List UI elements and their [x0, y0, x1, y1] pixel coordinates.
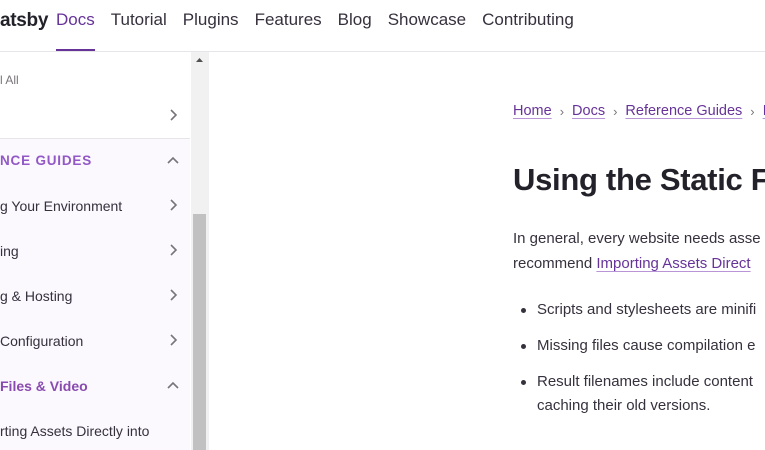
- docs-sidebar: l All NCE GUIDES g Your Environment ing …: [0, 52, 209, 450]
- list-item-text: caching their old versions.: [537, 397, 711, 414]
- breadcrumb-home[interactable]: Home: [513, 103, 552, 119]
- sidebar-item-deploying-hosting[interactable]: g & Hosting: [0, 274, 190, 318]
- sidebar-section-label: Files & Video: [0, 378, 88, 394]
- chevron-right-icon[interactable]: [166, 333, 180, 347]
- list-item-text: Scripts and stylesheets are minifi: [537, 301, 757, 318]
- breadcrumb-separator-icon: ›: [613, 103, 618, 119]
- breadcrumb-reference-guides[interactable]: Reference Guides: [625, 103, 742, 119]
- scroll-up-arrow-icon[interactable]: [191, 52, 208, 69]
- nav-showcase[interactable]: Showcase: [388, 10, 466, 51]
- bullet-icon: [521, 380, 526, 385]
- intro-line-2-text: recommend: [513, 255, 597, 272]
- intro-line-2: recommend Importing Assets Direct: [513, 251, 761, 276]
- chevron-right-icon[interactable]: [166, 288, 180, 302]
- nav-tutorial[interactable]: Tutorial: [111, 10, 167, 51]
- sidebar-item-importing-assets[interactable]: rting Assets Directly into: [0, 409, 190, 450]
- sidebar-section-reference-guides[interactable]: NCE GUIDES: [0, 139, 190, 183]
- chevron-up-icon[interactable]: [166, 153, 180, 167]
- sidebar-item-styling[interactable]: ing: [0, 229, 190, 273]
- sidebar-item-previous[interactable]: [0, 94, 190, 138]
- breadcrumb-separator-icon: ›: [750, 103, 755, 119]
- sidebar-item-environment[interactable]: g Your Environment: [0, 184, 190, 228]
- chevron-right-icon[interactable]: [166, 108, 180, 122]
- nav-docs[interactable]: Docs: [56, 10, 95, 51]
- gatsby-logo[interactable]: atsby: [0, 10, 48, 32]
- sidebar-item-configuration[interactable]: Configuration: [0, 319, 190, 363]
- top-navigation: atsby Docs Tutorial Plugins Features Blo…: [0, 0, 765, 52]
- list-item-text: Result filenames include content: [537, 373, 753, 390]
- sidebar-scrollbar[interactable]: [191, 52, 208, 450]
- main-nav: Docs Tutorial Plugins Features Blog Show…: [56, 10, 590, 51]
- intro-line-1: In general, every website needs asse: [513, 230, 761, 247]
- intro-paragraph: In general, every website needs asse rec…: [513, 226, 761, 276]
- chevron-up-icon[interactable]: [166, 378, 180, 392]
- sidebar-section-images-files-video[interactable]: Files & Video: [0, 364, 190, 408]
- scrollbar-thumb[interactable]: [193, 214, 206, 450]
- nav-features[interactable]: Features: [255, 10, 322, 51]
- sidebar-section-label: NCE GUIDES: [0, 153, 93, 168]
- breadcrumb-docs[interactable]: Docs: [572, 103, 605, 119]
- chevron-right-icon[interactable]: [166, 243, 180, 257]
- sidebar-item-label: rting Assets Directly into: [0, 423, 150, 439]
- sidebar-item-label: g Your Environment: [0, 198, 123, 214]
- sidebar-item-label: ing: [0, 243, 19, 259]
- sidebar-item-label: Configuration: [0, 333, 84, 349]
- bullet-icon: [521, 344, 526, 349]
- breadcrumb-separator-icon: ›: [559, 103, 565, 119]
- chevron-right-icon[interactable]: [166, 198, 180, 212]
- sidebar-item-label: g & Hosting: [0, 288, 73, 304]
- breadcrumb: Home › Docs › Reference Guides › Im: [513, 103, 765, 119]
- collapse-all-button[interactable]: l All: [0, 73, 19, 87]
- nav-contributing[interactable]: Contributing: [482, 10, 574, 51]
- importing-assets-link[interactable]: Importing Assets Direct: [596, 255, 750, 272]
- nav-blog[interactable]: Blog: [338, 10, 372, 51]
- nav-plugins[interactable]: Plugins: [183, 10, 239, 51]
- list-item-text: Missing files cause compilation e: [537, 337, 756, 354]
- bullet-icon: [521, 308, 526, 313]
- page-title: Using the Static Fo: [513, 162, 765, 197]
- main-content: Home › Docs › Reference Guides › Im Usin…: [513, 52, 765, 450]
